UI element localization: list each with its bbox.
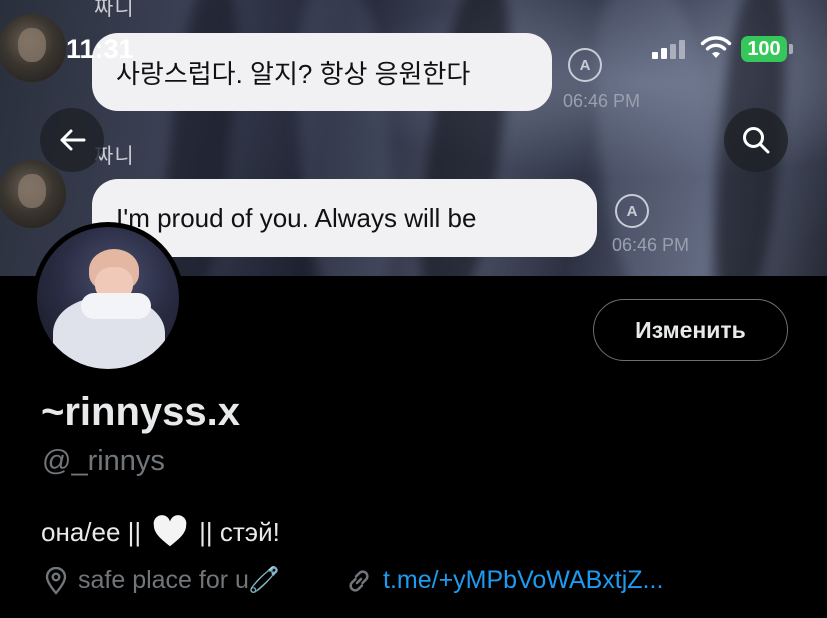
chat-bubble: 사랑스럽다. 알지? 항상 응원한다 [92,33,552,111]
search-button[interactable] [724,108,788,172]
chat-avatar [0,160,66,228]
chat-bubble: I'm proud of you. Always will be [92,179,597,257]
display-name: ~rinnyss.x [41,390,241,434]
white-heart-icon [153,515,187,547]
arrow-left-icon [60,129,86,151]
bio-text-start: она/ее || [41,516,142,547]
chat-timestamp: 06:46 PM [612,235,690,255]
location-text: safe place for u🧷 [78,566,281,594]
profile-avatar[interactable] [32,222,184,374]
chat-avatar [0,14,66,82]
battery-indicator: 100 [741,36,787,62]
chat-timestamp: 06:46 PM [563,91,641,111]
translate-icon: A [615,194,649,228]
chat-sender-name: 짜니 [94,0,135,20]
translate-icon: A [568,48,602,82]
edit-profile-label: Изменить [635,316,746,343]
profile-location: safe place for u🧷 [44,566,280,595]
user-handle: @_rinnys [42,445,165,477]
edit-profile-button[interactable]: Изменить [593,299,788,361]
location-pin-icon [45,566,67,595]
link-icon [349,569,369,592]
battery-level: 100 [747,37,781,60]
profile-link[interactable]: t.me/+yMPbVoWABxtjZ... [345,566,663,595]
profile-bio: она/ее || || стэй! [41,513,280,551]
search-icon [743,127,770,154]
wifi-icon [700,36,732,58]
chat-message-text: I'm proud of you. Always will be [116,202,477,233]
status-time: 11:31 [66,34,134,64]
avatar-photo [37,227,179,369]
battery-tip [789,44,793,54]
link-text[interactable]: t.me/+yMPbVoWABxtjZ... [383,566,663,595]
chat-message-text: 사랑스럽다. 알지? 항상 응원한다 [116,58,471,89]
bio-text-end: || стэй! [199,516,280,547]
back-button[interactable] [40,108,104,172]
cellular-signal-icon [652,40,685,59]
